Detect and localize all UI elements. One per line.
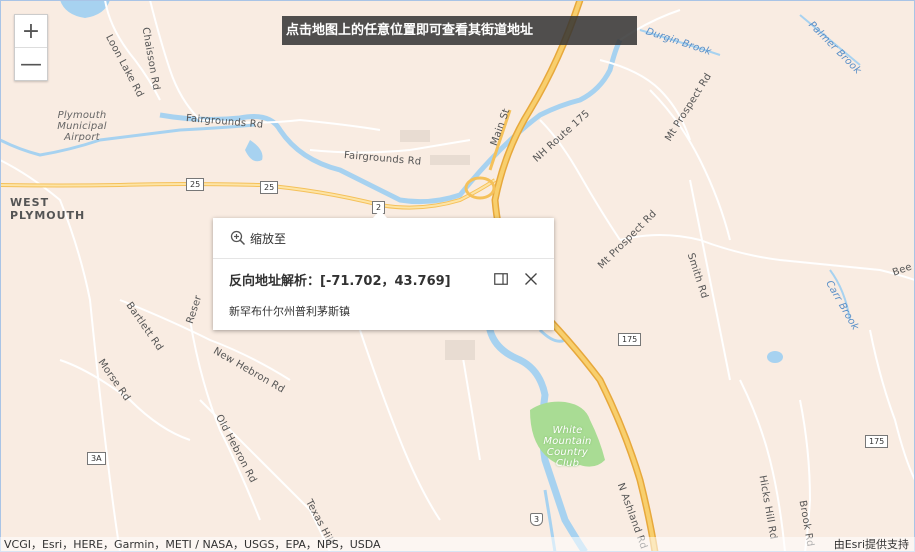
- plymouth-airport-label: Plymouth Municipal Airport: [57, 110, 107, 143]
- instruction-banner: 点击地图上的任意位置即可查看其街道地址: [282, 16, 637, 45]
- white-mountain-cc-label: White Mountain Country Club: [543, 425, 592, 469]
- dock-button[interactable]: [494, 271, 508, 285]
- zoom-to-label: 缩放至: [250, 231, 287, 246]
- popup-pointer: [373, 210, 387, 218]
- route-25-shield-2: 25: [260, 181, 279, 194]
- close-icon: [525, 273, 537, 285]
- popup-address: 新罕布什尔州普利茅斯镇: [229, 305, 350, 318]
- west-plymouth-label: WEST PLYMOUTH: [10, 196, 86, 222]
- route-175-shield: 175: [618, 333, 642, 346]
- zoom-out-button[interactable]: —: [15, 47, 47, 80]
- popup-title: 反向地址解析：[-71.702，43.769]: [229, 274, 451, 289]
- attribution-bar: VCGI，Esri，HERE，Garmin，METI / NASA，USGS，E…: [0, 537, 915, 552]
- close-button[interactable]: [524, 271, 538, 285]
- zoom-to-button[interactable]: 缩放至: [230, 229, 286, 247]
- dock-icon: [494, 273, 508, 285]
- us-route-3-shield: 3: [530, 513, 544, 526]
- attribution-sources[interactable]: VCGI，Esri，HERE，Garmin，METI / NASA，USGS，E…: [4, 537, 381, 552]
- powered-by-esri[interactable]: 由Esri提供支持: [834, 537, 909, 552]
- reverse-geocode-popup: 缩放至 反向地址解析：[-71.702，43.769] 新罕布什尔州普利茅斯镇: [213, 210, 554, 330]
- zoom-in-magnifier-icon: [230, 230, 246, 246]
- zoom-control: + —: [14, 14, 48, 81]
- zoom-in-button[interactable]: +: [15, 15, 47, 47]
- route-175-shield-2: 175: [865, 435, 889, 448]
- route-25-shield: 25: [186, 178, 205, 191]
- route-3a-shield: 3A: [87, 452, 106, 465]
- popup-divider: [213, 258, 554, 259]
